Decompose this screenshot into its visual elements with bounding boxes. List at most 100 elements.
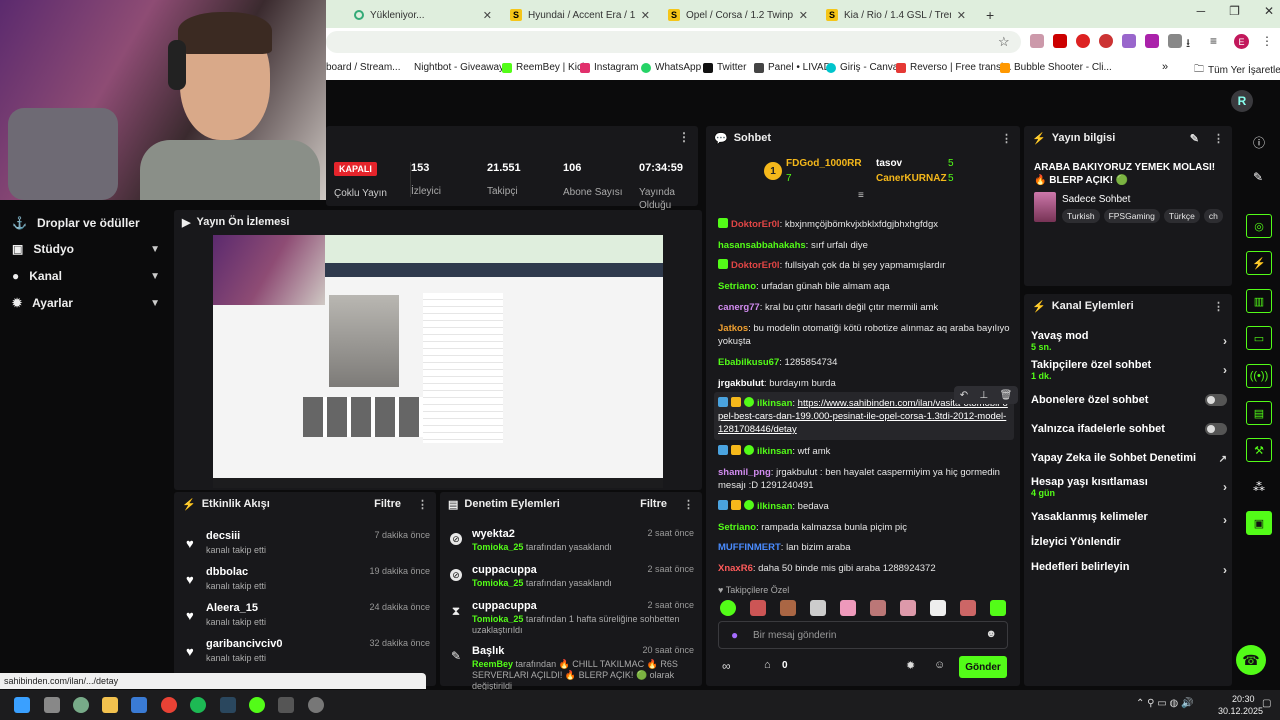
nav-item-channel[interactable]: ● Kanal ▼ [12,269,160,283]
filter-button[interactable]: Filtre [374,498,401,510]
tag[interactable]: ch [1203,209,1223,223]
leader-name[interactable]: FDGod_1000RR [786,158,862,169]
leader-name[interactable]: tasov [876,158,902,169]
settings-icon[interactable]: ✹ [906,659,915,672]
lightning-button[interactable]: ⚡ [1246,251,1272,275]
bookmark[interactable]: ReemBey | Kick [502,62,587,73]
tray-icons[interactable]: ⌃ ⚲ ▭ ◍ 🔊 [1136,698,1193,709]
action-slow-mode[interactable]: Yavaş mod 5 sn. › [1031,330,1227,352]
dots-icon[interactable]: ⁂ [1253,480,1265,494]
activity-row[interactable]: ♥ dbbolac kanalı takip etti 19 dakika önce [180,564,436,598]
tools-button[interactable]: ⚒ [1246,438,1272,462]
more-bookmarks-icon[interactable]: » [1162,61,1168,73]
minimize-icon[interactable]: ─ [1197,4,1206,18]
close-window-icon[interactable]: ✕ [1264,4,1274,18]
extension-icon[interactable] [1076,34,1090,48]
more-options-icon[interactable]: ⋮ [1001,132,1012,145]
layout-button[interactable]: ▤ [1246,401,1272,425]
browser-tab[interactable]: S Hyundai / Accent Era / 1.5 CRD ✕ [502,4,658,26]
tag[interactable]: Turkish [1062,209,1100,223]
more-options-icon[interactable]: ⋮ [678,130,690,144]
action-ai-moderation[interactable]: Yapay Zeka ile Sohbet Denetimi ↗ [1031,452,1227,465]
send-button[interactable]: Gönder [959,656,1007,678]
close-icon[interactable]: ✕ [483,9,492,22]
new-tab-button[interactable]: + [978,4,1000,26]
task-view-icon[interactable] [44,697,60,713]
puzzle-icon[interactable] [1168,34,1182,48]
kick-app-icon[interactable] [249,697,265,713]
activity-row[interactable]: ♥ decsiii kanalı takip etti 7 dakika önce [180,528,436,562]
close-icon[interactable]: ✕ [799,9,808,22]
notification-icon[interactable]: ▢ [1262,698,1271,709]
action-account-age[interactable]: Hesap yaşı kısıtlaması 4 gün › [1031,476,1227,498]
star-icon[interactable]: ☆ [998,34,1010,50]
nav-item-settings[interactable]: ✹ Ayarlar ▼ [12,296,160,310]
steam-icon[interactable] [220,697,236,713]
activity-row[interactable]: ♥ garibancivciv0 kanalı takip etti 32 daki… [180,636,436,670]
emote[interactable] [990,600,1006,616]
gift-box-icon[interactable]: ⌂ [764,659,771,671]
support-button[interactable]: ☎ [1236,645,1266,675]
leader-name[interactable]: CanerKURNAZ [876,173,947,184]
moderation-row[interactable]: ✎ Başlık ReemBey tarafından 🔥 CHILL TAKI… [446,645,698,691]
collapse-leaderboard-icon[interactable]: ≡ [858,190,864,201]
action-subscribers-only[interactable]: Abonelere özel sohbet [1031,394,1227,406]
browser-tab[interactable]: S Kia / Rio / 1.4 GSL / Trend / Me ✕ [818,4,974,26]
kick-logo-icon[interactable]: R [1231,90,1253,112]
game-button[interactable]: ▣ [1246,511,1272,535]
moderation-row[interactable]: ⧗ cuppacuppa Tomioka_25 tarafından 1 haf… [446,600,698,635]
emote[interactable] [720,600,736,616]
pencil-icon[interactable]: ✎ [1253,170,1263,184]
microphone-icon[interactable]: ● [731,628,738,642]
xbox-icon[interactable] [278,697,294,713]
maximize-icon[interactable]: ❐ [1229,4,1240,18]
emote[interactable] [840,600,856,616]
bookmark[interactable]: Twitter [703,62,746,73]
bookmark[interactable]: Giriş - Canva [826,62,898,73]
settings-app-icon[interactable] [73,697,89,713]
nav-item-studio[interactable]: ▣ Stüdyo ▼ [12,242,160,256]
extension-icon[interactable] [1122,34,1136,48]
pin-icon[interactable]: ⊥ [979,390,988,401]
more-options-icon[interactable]: ⋮ [683,498,694,511]
action-banned-words[interactable]: Yasaklanmış kelimeler › [1031,511,1227,527]
tag[interactable]: FPSGaming [1103,209,1160,223]
activity-row[interactable]: ♥ Aleera_15 kanalı takip etti 24 dakika ön… [180,600,436,634]
emote[interactable] [780,600,796,616]
bookmark[interactable]: Instagram [580,62,638,73]
emote-picker-icon[interactable]: ☺ [934,659,945,671]
action-followers-only[interactable]: Takipçilere özel sohbet 1 dk. › [1031,359,1227,381]
app-icon[interactable] [308,697,324,713]
broadcast-button[interactable]: ((•)) [1246,364,1272,388]
spotify-icon[interactable] [190,697,206,713]
camera-toggle-button[interactable]: ◎ [1246,214,1272,238]
toggle-switch[interactable] [1205,423,1227,435]
profile-avatar[interactable]: E [1234,34,1249,49]
edit-icon[interactable]: ✎ [1190,132,1199,145]
bookmark[interactable]: Bubble Shooter - Cli... [1000,62,1112,73]
bookmark[interactable]: Nightbot - Giveaways [414,62,509,73]
chat-input[interactable]: ● Bir mesaj gönderin ☻ [718,621,1008,649]
close-icon[interactable]: ✕ [957,9,966,22]
close-icon[interactable]: ✕ [641,9,650,22]
all-bookmarks[interactable]: 🗀 Tüm Yer İşaretleri [1194,62,1280,79]
moderation-row[interactable]: ⊘ wyekta2 Tomioka_25 tarafından yasaklan… [446,528,698,562]
emote[interactable] [870,600,886,616]
emoji-icon[interactable]: ☻ [985,628,997,640]
bookmark[interactable]: Panel • LIVAD [754,62,831,73]
emote[interactable] [810,600,826,616]
emote[interactable] [750,600,766,616]
moderation-row[interactable]: ⊘ cuppacuppa Tomioka_25 tarafından yasak… [446,564,698,598]
chrome-icon[interactable] [161,697,177,713]
filter-button[interactable]: Filtre [640,498,667,510]
delete-icon[interactable]: 🗑 [1000,390,1013,401]
emote[interactable] [900,600,916,616]
tag[interactable]: Türkçe [1163,209,1200,223]
file-explorer-icon[interactable] [102,697,118,713]
emote[interactable] [960,600,976,616]
download-icon[interactable]: ⭳ [1186,34,1190,55]
app-icon[interactable] [131,697,147,713]
more-options-icon[interactable]: ⋮ [1213,132,1224,145]
category-name[interactable]: Sadece Sohbet [1062,194,1130,205]
chat-button[interactable]: ▭ [1246,326,1272,350]
